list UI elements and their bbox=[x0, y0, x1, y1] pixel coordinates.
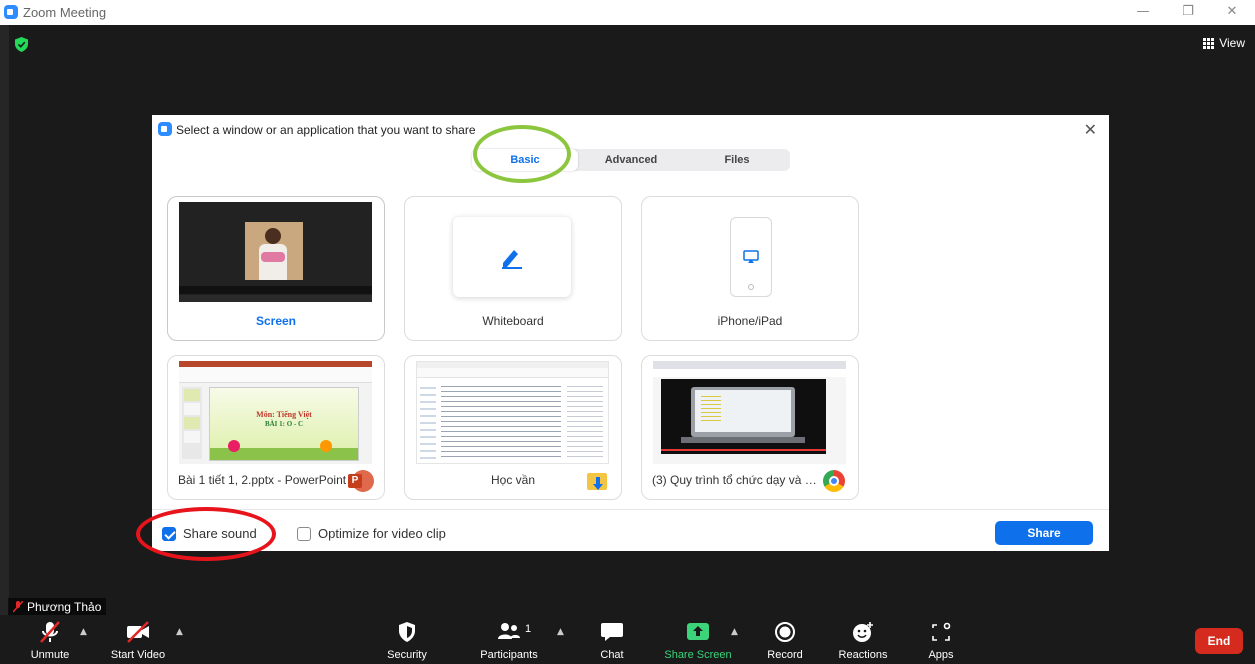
security-label: Security bbox=[387, 649, 427, 661]
footer-divider bbox=[152, 509, 1109, 510]
unmute-label: Unmute bbox=[30, 649, 70, 661]
tile-label-iphone-ipad: iPhone/iPad bbox=[717, 314, 783, 328]
chrome-icon bbox=[822, 469, 846, 493]
tab-advanced[interactable]: Advanced bbox=[578, 149, 684, 171]
share-tile-file-explorer[interactable]: Học vần bbox=[404, 355, 622, 500]
left-edge bbox=[0, 25, 9, 615]
apps-icon bbox=[932, 622, 951, 641]
video-preview bbox=[661, 379, 826, 454]
grid-icon bbox=[1203, 37, 1215, 49]
participants-count: 1 bbox=[525, 623, 532, 635]
tile-label-whiteboard: Whiteboard bbox=[482, 314, 544, 328]
share-dialog: Select a window or an application that y… bbox=[152, 115, 1109, 551]
share-tile-powerpoint[interactable]: Môn: Tiếng Việt BÀI 1: O - C Bài 1 tiết … bbox=[167, 355, 385, 500]
view-label: View bbox=[1219, 36, 1245, 50]
encryption-shield-icon[interactable] bbox=[15, 37, 28, 52]
record-icon bbox=[775, 622, 795, 642]
share-screen-icon bbox=[687, 623, 709, 640]
view-button[interactable]: View bbox=[1203, 36, 1245, 50]
share-screen-button[interactable]: Share Screen bbox=[653, 621, 743, 661]
zoom-window: Zoom Meeting — ❐ ✕ View Select a window … bbox=[0, 0, 1255, 664]
zoom-dialog-icon bbox=[158, 122, 172, 136]
slide-subtitle: BÀI 1: O - C bbox=[264, 420, 304, 428]
video-off-icon bbox=[127, 621, 149, 643]
security-button[interactable]: Security bbox=[362, 621, 452, 661]
whiteboard-card bbox=[453, 217, 571, 297]
start-video-button[interactable]: Start Video bbox=[93, 621, 183, 661]
airplay-icon bbox=[743, 250, 759, 263]
participants-icon bbox=[498, 623, 520, 639]
record-label: Record bbox=[767, 649, 803, 661]
meeting-toolbar: Unmute ▲ Start Video ▲ Security 1 Partic… bbox=[0, 615, 1255, 664]
apps-label: Apps bbox=[928, 649, 954, 661]
pencil-icon bbox=[502, 250, 522, 269]
tile-label-screen: Screen bbox=[255, 314, 297, 328]
slide-title: Môn: Tiếng Việt bbox=[256, 410, 312, 419]
participants-options-caret[interactable]: ▲ bbox=[557, 627, 564, 637]
participant-name: Phương Thảo bbox=[27, 600, 102, 614]
annotation-circle-green bbox=[473, 125, 571, 183]
optimize-video-option[interactable]: Optimize for video clip bbox=[297, 526, 446, 541]
share-button[interactable]: Share bbox=[995, 521, 1093, 545]
slide-preview: Môn: Tiếng Việt BÀI 1: O - C bbox=[209, 387, 359, 461]
restore-button[interactable]: ❐ bbox=[1178, 4, 1198, 20]
chat-button[interactable]: Chat bbox=[567, 621, 657, 661]
participant-name-tag: Phương Thảo bbox=[8, 598, 107, 616]
share-tile-chrome[interactable]: (3) Quy trình tổ chức dạy và học t... bbox=[641, 355, 859, 500]
annotation-circle-red bbox=[136, 507, 276, 561]
chat-icon bbox=[601, 623, 623, 641]
optimize-video-label: Optimize for video clip bbox=[318, 526, 446, 541]
share-tile-iphone-ipad[interactable]: iPhone/iPad bbox=[641, 196, 859, 341]
participants-label: Participants bbox=[480, 649, 538, 661]
window-title: Zoom Meeting bbox=[23, 5, 107, 20]
tile-label-powerpoint: Bài 1 tiết 1, 2.pptx - PowerPoint bbox=[178, 473, 347, 487]
reactions-icon bbox=[853, 622, 873, 642]
tab-files[interactable]: Files bbox=[684, 149, 790, 171]
file-explorer-icon bbox=[585, 469, 609, 493]
dialog-close-button[interactable]: ✕ bbox=[1084, 120, 1097, 139]
share-options-caret[interactable]: ▲ bbox=[731, 627, 738, 637]
video-options-caret[interactable]: ▲ bbox=[176, 627, 183, 637]
optimize-video-checkbox[interactable] bbox=[297, 526, 311, 541]
close-window-button[interactable]: ✕ bbox=[1222, 4, 1242, 20]
title-bar: Zoom Meeting — ❐ ✕ bbox=[0, 0, 1255, 25]
tile-label-chrome: (3) Quy trình tổ chức dạy và học t... bbox=[652, 473, 822, 487]
participants-button[interactable]: 1 Participants bbox=[464, 621, 554, 661]
reactions-button[interactable]: Reactions bbox=[818, 621, 908, 661]
powerpoint-preview: Môn: Tiếng Việt BÀI 1: O - C bbox=[179, 361, 372, 464]
powerpoint-icon: P bbox=[348, 469, 374, 493]
participant-photo bbox=[245, 222, 303, 280]
reactions-label: Reactions bbox=[838, 649, 888, 661]
record-button[interactable]: Record bbox=[740, 621, 830, 661]
file-explorer-preview bbox=[416, 361, 609, 464]
muted-mic-small-icon bbox=[13, 601, 23, 613]
audio-options-caret[interactable]: ▲ bbox=[80, 627, 87, 637]
minimize-button[interactable]: — bbox=[1133, 4, 1153, 20]
phone-outline bbox=[730, 217, 772, 297]
muted-mic-icon bbox=[40, 621, 60, 643]
chrome-preview bbox=[653, 361, 846, 464]
share-tile-whiteboard[interactable]: Whiteboard bbox=[404, 196, 622, 341]
screen-preview bbox=[179, 202, 372, 302]
chat-label: Chat bbox=[600, 649, 624, 661]
start-video-label: Start Video bbox=[110, 649, 166, 661]
share-screen-label: Share Screen bbox=[664, 649, 732, 661]
apps-button[interactable]: Apps bbox=[896, 621, 986, 661]
share-tile-screen[interactable]: Screen bbox=[167, 196, 385, 341]
zoom-app-icon bbox=[4, 5, 18, 19]
dialog-title: Select a window or an application that y… bbox=[176, 123, 476, 137]
shield-icon bbox=[399, 622, 415, 642]
end-meeting-button[interactable]: End bbox=[1195, 628, 1243, 654]
